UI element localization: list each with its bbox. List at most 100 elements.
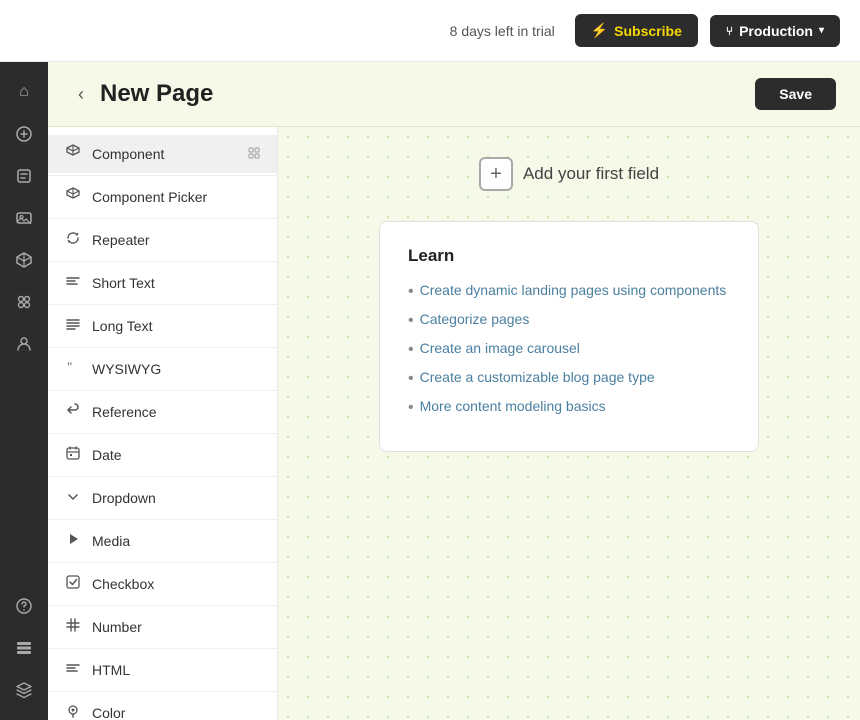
learn-link-item: More content modeling basics bbox=[408, 398, 730, 417]
field-label-reference: Reference bbox=[92, 404, 157, 420]
sidebar-item-home[interactable]: ⌂ bbox=[6, 74, 42, 110]
branch-icon: ⑂ bbox=[726, 24, 733, 38]
date-icon bbox=[64, 445, 82, 465]
color-icon bbox=[64, 703, 82, 720]
learn-link-3[interactable]: Create a customizable blog page type bbox=[420, 369, 655, 385]
learn-link-0[interactable]: Create dynamic landing pages using compo… bbox=[420, 282, 727, 298]
save-button[interactable]: Save bbox=[755, 78, 836, 110]
bolt-icon: ⚡ bbox=[591, 22, 608, 39]
field-item-component[interactable]: Component bbox=[48, 135, 277, 173]
field-label-html: HTML bbox=[92, 662, 130, 678]
field-item-left-checkbox: Checkbox bbox=[64, 574, 154, 594]
svg-text:": " bbox=[67, 359, 72, 374]
learn-link-2[interactable]: Create an image carousel bbox=[420, 340, 580, 356]
sidebar-item-apps[interactable] bbox=[6, 284, 42, 320]
field-item-left-component: Component bbox=[64, 144, 164, 164]
field-action-icon-component[interactable] bbox=[247, 146, 261, 163]
body-row: Component Component Picker Repeater Short T… bbox=[48, 127, 860, 720]
reference-icon bbox=[64, 402, 82, 422]
field-item-number[interactable]: Number bbox=[48, 608, 277, 646]
sidebar-nav: ⌂ bbox=[0, 62, 48, 720]
field-label-repeater: Repeater bbox=[92, 232, 150, 248]
sidebar-item-help[interactable] bbox=[6, 588, 42, 624]
content-area: ‹ New Page Save Component Component Picke… bbox=[48, 62, 860, 720]
add-field-button[interactable]: + Add your first field bbox=[479, 157, 659, 191]
field-item-left-media: Media bbox=[64, 531, 130, 551]
field-item-dropdown[interactable]: Dropdown bbox=[48, 479, 277, 517]
sidebar-item-content[interactable] bbox=[6, 158, 42, 194]
field-item-color[interactable]: Color bbox=[48, 694, 277, 720]
field-item-component-picker[interactable]: Component Picker bbox=[48, 178, 277, 216]
component-icon bbox=[64, 144, 82, 164]
field-divider bbox=[48, 175, 277, 176]
repeater-icon bbox=[64, 230, 82, 250]
back-button[interactable]: ‹ bbox=[72, 82, 90, 107]
field-item-date[interactable]: Date bbox=[48, 436, 277, 474]
short-text-icon bbox=[64, 273, 82, 293]
field-item-left-color: Color bbox=[64, 703, 125, 720]
wysiwyg-icon: " bbox=[64, 359, 82, 379]
field-divider bbox=[48, 519, 277, 520]
sidebar-item-pages[interactable] bbox=[6, 116, 42, 152]
field-divider bbox=[48, 347, 277, 348]
learn-link-item: Categorize pages bbox=[408, 311, 730, 330]
field-item-left-short-text: Short Text bbox=[64, 273, 155, 293]
field-item-long-text[interactable]: Long Text bbox=[48, 307, 277, 345]
field-label-wysiwyg: WYSIWYG bbox=[92, 361, 161, 377]
field-panel: Component Component Picker Repeater Short T… bbox=[48, 127, 278, 720]
field-item-left-number: Number bbox=[64, 617, 142, 637]
learn-link-1[interactable]: Categorize pages bbox=[420, 311, 530, 327]
field-item-checkbox[interactable]: Checkbox bbox=[48, 565, 277, 603]
subscribe-button[interactable]: ⚡ Subscribe bbox=[575, 14, 698, 47]
checkbox-icon bbox=[64, 574, 82, 594]
page-title: New Page bbox=[100, 80, 213, 108]
sidebar-item-components[interactable] bbox=[6, 242, 42, 278]
editor-area: + Add your first field Learn Create dyna… bbox=[278, 127, 860, 720]
dropdown-icon bbox=[64, 488, 82, 508]
field-label-media: Media bbox=[92, 533, 130, 549]
field-label-color: Color bbox=[92, 705, 125, 720]
field-item-left-long-text: Long Text bbox=[64, 316, 152, 336]
field-label-checkbox: Checkbox bbox=[92, 576, 154, 592]
field-item-short-text[interactable]: Short Text bbox=[48, 264, 277, 302]
field-label-component-picker: Component Picker bbox=[92, 189, 207, 205]
field-item-reference[interactable]: Reference bbox=[48, 393, 277, 431]
sidebar-item-media[interactable] bbox=[6, 200, 42, 236]
field-item-html[interactable]: HTML bbox=[48, 651, 277, 689]
field-divider bbox=[48, 390, 277, 391]
field-divider bbox=[48, 433, 277, 434]
sidebar-item-history[interactable] bbox=[6, 630, 42, 666]
field-item-left-reference: Reference bbox=[64, 402, 157, 422]
field-item-left-component-picker: Component Picker bbox=[64, 187, 207, 207]
chevron-down-icon: ▾ bbox=[819, 25, 824, 36]
field-label-long-text: Long Text bbox=[92, 318, 152, 334]
media-icon bbox=[64, 531, 82, 551]
top-bar: 8 days left in trial ⚡ Subscribe ⑂ Produ… bbox=[0, 0, 860, 62]
field-divider bbox=[48, 304, 277, 305]
learn-title: Learn bbox=[408, 246, 730, 266]
learn-links: Create dynamic landing pages using compo… bbox=[408, 282, 730, 417]
page-header-left: ‹ New Page bbox=[72, 80, 213, 108]
subscribe-label: Subscribe bbox=[614, 23, 682, 39]
learn-link-item: Create dynamic landing pages using compo… bbox=[408, 282, 730, 301]
add-field-label: Add your first field bbox=[523, 164, 659, 184]
field-item-left-date: Date bbox=[64, 445, 122, 465]
field-item-media[interactable]: Media bbox=[48, 522, 277, 560]
field-item-wysiwyg[interactable]: " WYSIWYG bbox=[48, 350, 277, 388]
plus-icon: + bbox=[479, 157, 513, 191]
sidebar-item-users[interactable] bbox=[6, 326, 42, 362]
number-icon bbox=[64, 617, 82, 637]
field-item-repeater[interactable]: Repeater bbox=[48, 221, 277, 259]
production-label: Production bbox=[739, 23, 813, 39]
field-divider bbox=[48, 605, 277, 606]
production-button[interactable]: ⑂ Production ▾ bbox=[710, 15, 840, 47]
html-icon bbox=[64, 660, 82, 680]
learn-link-4[interactable]: More content modeling basics bbox=[420, 398, 606, 414]
field-item-left-wysiwyg: " WYSIWYG bbox=[64, 359, 161, 379]
field-divider bbox=[48, 648, 277, 649]
field-label-short-text: Short Text bbox=[92, 275, 155, 291]
learn-link-item: Create a customizable blog page type bbox=[408, 369, 730, 388]
sidebar-item-layers[interactable] bbox=[6, 672, 42, 708]
main-layout: ⌂ ‹ bbox=[0, 62, 860, 720]
field-label-date: Date bbox=[92, 447, 122, 463]
